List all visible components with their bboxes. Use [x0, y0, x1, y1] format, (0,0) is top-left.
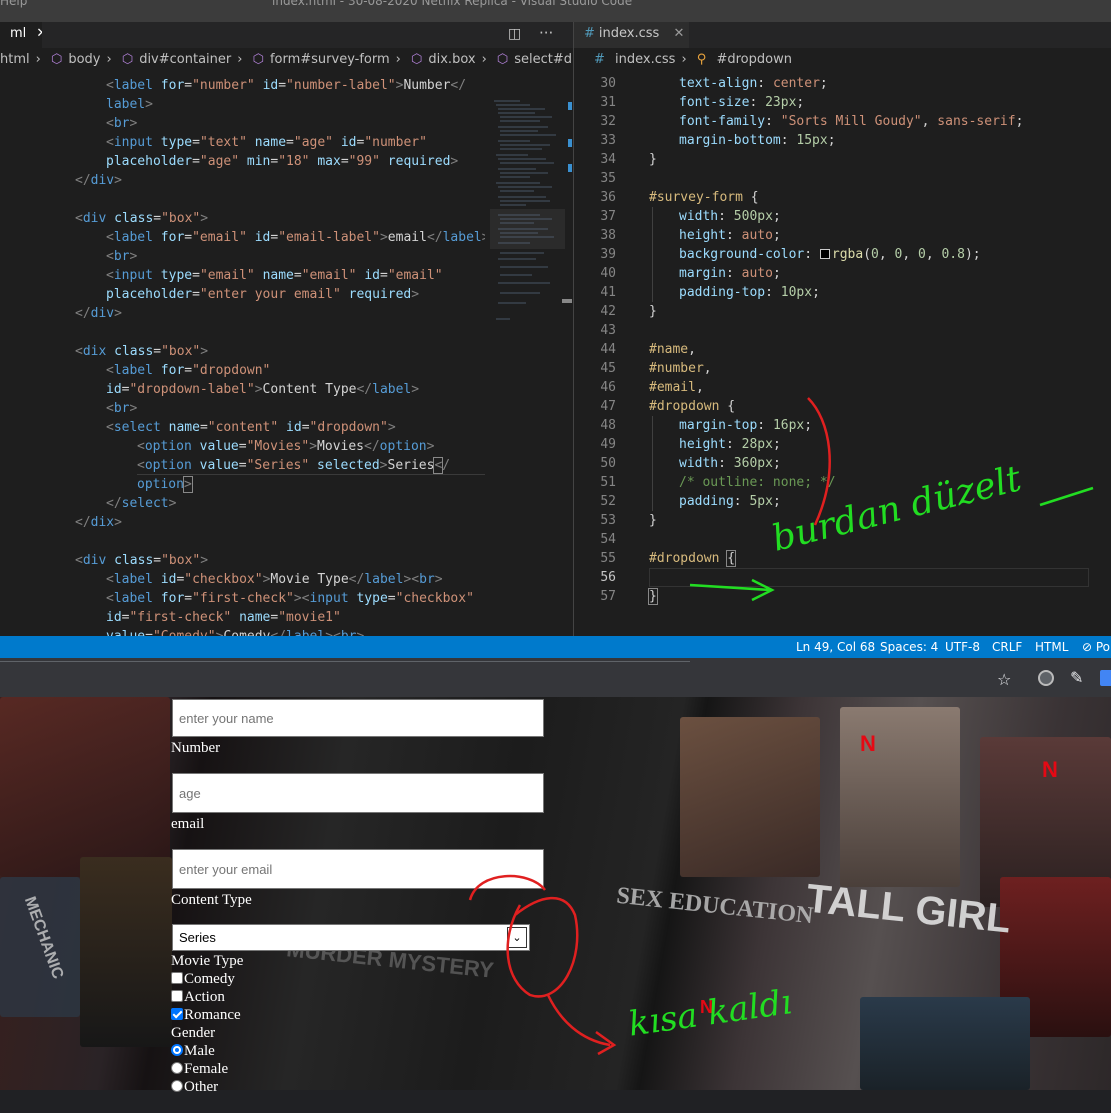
- annotation-layer: [468, 397, 1094, 1056]
- green-arrow-stroke: [689, 578, 775, 602]
- red-loop-stroke: [468, 874, 617, 1056]
- green-underline-stroke: [1039, 486, 1094, 507]
